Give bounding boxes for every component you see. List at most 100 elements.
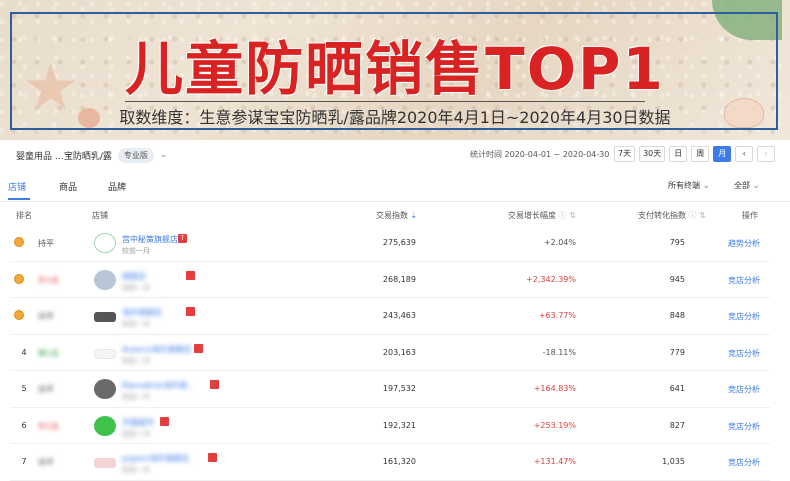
competitor-analysis-link[interactable]: 竞店分析 — [728, 384, 760, 395]
all-filter-label: 全部 — [734, 181, 750, 190]
info-icon: ⓘ — [558, 211, 567, 220]
tab-product[interactable]: 商品 — [59, 180, 77, 193]
sort-icon: ⇅ — [699, 211, 706, 220]
rank-number: 4 — [21, 347, 27, 357]
shop-name-link[interactable]: 天猫超市 — [122, 417, 154, 428]
shop-subtext: 较前一月 — [122, 247, 150, 255]
conversion-index: 1,035 — [662, 457, 685, 466]
competitor-analysis-link[interactable]: 竞店分析 — [728, 311, 760, 322]
header-growth: 交易增长幅度 ⓘ ⇅ — [508, 210, 576, 221]
growth-rate: +2.04% — [543, 238, 576, 247]
header-rank: 排名 — [16, 211, 32, 220]
prev-period-button[interactable]: ‹ — [735, 146, 754, 162]
shop-name-link[interactable]: 旗舰店 — [122, 271, 146, 282]
period-selector: 7天 30天 日 周 月 ‹ › — [614, 146, 776, 162]
shop-logo — [94, 458, 116, 468]
next-period-button[interactable]: › — [757, 146, 776, 162]
rank-trend: 持平 — [38, 385, 54, 394]
tab-brand[interactable]: 品牌 — [108, 180, 126, 193]
trade-index: 275,639 — [382, 238, 416, 247]
tab-shop[interactable]: 店铺 — [8, 180, 26, 193]
rank-number: 5 — [21, 384, 27, 393]
trade-index: 161,320 — [382, 457, 416, 466]
category-selector[interactable]: 婴童用品 …宝防晒乳/露 专业版 ⌄ — [16, 147, 167, 163]
header-shop: 店铺 — [92, 211, 108, 220]
silver-medal-icon — [14, 273, 24, 284]
shop-name-link[interactable]: MamaKids海外旗... — [122, 380, 195, 391]
growth-rate: +2,342.39% — [526, 274, 576, 284]
table-row: 升1名 旗舰店 较前一月 268,189 +2,342.39% 945 竞店分析 — [10, 262, 770, 298]
terminal-filter-label: 所有终端 — [668, 181, 700, 190]
tmall-tag-icon — [160, 416, 169, 426]
shop-logo — [94, 348, 116, 359]
competitor-analysis-link[interactable]: 竞店分析 — [728, 457, 760, 468]
shop-name-link[interactable]: pigeon海外旗舰店 — [122, 453, 189, 464]
tmall-tag-icon — [194, 343, 203, 353]
competitor-analysis-link[interactable]: 竞店分析 — [728, 275, 760, 286]
shop-name-link[interactable]: 宫中秘策旗舰店 — [122, 234, 178, 245]
conversion-index: 779 — [669, 347, 685, 357]
growth-rate: +131.47% — [533, 457, 576, 466]
tmall-tag-icon — [186, 307, 195, 316]
chevron-right-icon: › — [764, 149, 768, 158]
period-7d-button[interactable]: 7天 — [614, 146, 636, 162]
banner-divider — [125, 101, 645, 102]
ranking-table: 持平 宫中秘策旗舰店 T 较前一月 275,639 +2.04% 795 趋势分… — [10, 225, 770, 481]
sort-icon: ⇣ — [410, 211, 418, 220]
banner-subtitle: 取数维度：生意参谋宝宝防晒乳/露品牌2020年4月1日~2020年4月30日数据 — [119, 108, 671, 127]
banner: ★ 儿童防晒销售TOP1 取数维度：生意参谋宝宝防晒乳/露品牌2020年4月1日… — [0, 0, 790, 140]
trade-index: 243,463 — [382, 311, 416, 320]
table-row: 5 持平 MamaKids海外旗... 较前一月 197,532 +164.83… — [10, 371, 770, 408]
rank-trend: 升1名 — [38, 421, 60, 431]
shop-subtext: 较前一月 — [122, 320, 150, 328]
header-action: 操作 — [742, 211, 758, 220]
trade-index: 268,189 — [382, 274, 416, 284]
shop-logo — [94, 415, 116, 436]
shop-subtext: 较前一月 — [122, 429, 150, 438]
table-row: 4 降1名 Aveeno海外旗舰店 较前一月 203,163 -18.11% 7… — [10, 335, 770, 371]
competitor-analysis-link[interactable]: 竞店分析 — [728, 348, 760, 359]
trade-index: 203,163 — [382, 347, 416, 357]
header-conversion: 支付转化指数 ⓘ ⇅ — [638, 210, 706, 221]
period-week-button[interactable]: 周 — [691, 146, 710, 162]
shop-name-link[interactable]: 海外旗舰店 — [122, 307, 162, 318]
header-conversion-label: 支付转化指数 — [638, 211, 686, 220]
table-row: 7 持平 pigeon海外旗舰店 较前一月 161,320 +131.47% 1… — [10, 444, 770, 481]
conversion-index: 848 — [669, 311, 685, 320]
edition-badge: 专业版 — [117, 147, 154, 163]
period-month-button[interactable]: 月 — [713, 146, 732, 162]
toolbar: 婴童用品 …宝防晒乳/露 专业版 ⌄ 统计时间 2020-04-01 ~ 202… — [0, 140, 790, 170]
tmall-tag-icon — [210, 380, 219, 389]
table-header: 排名 店铺 交易指数 ⇣ 交易增长幅度 ⓘ ⇅ 支付转化指数 ⓘ ⇅ 操作 — [10, 206, 770, 224]
chevron-down-icon: ⌄ — [702, 181, 711, 191]
shop-name-link[interactable]: Aveeno海外旗舰店 — [122, 344, 192, 355]
chevron-down-icon: ⌄ — [752, 181, 761, 191]
growth-rate: +164.83% — [533, 384, 576, 393]
period-day-button[interactable]: 日 — [669, 146, 688, 162]
tab-bar: 店铺 商品 品牌 所有终端 ⌄ 全部 ⌄ — [0, 176, 790, 202]
tmall-tag-icon — [208, 453, 217, 462]
breadcrumb: 婴童用品 …宝防晒乳/露 — [16, 151, 112, 162]
active-tab-indicator — [8, 198, 30, 200]
growth-rate: +253.19% — [533, 420, 576, 430]
header-growth-label: 交易增长幅度 — [508, 211, 556, 220]
trade-index: 197,532 — [382, 384, 416, 393]
period-30d-button[interactable]: 30天 — [639, 146, 666, 162]
shop-logo — [94, 312, 116, 322]
rank-trend: 持平 — [38, 312, 54, 321]
table-row: 6 升1名 天猫超市 较前一月 192,321 +253.19% 827 竞店分… — [10, 408, 770, 444]
competitor-analysis-link[interactable]: 竞店分析 — [728, 421, 760, 432]
shop-logo — [94, 233, 116, 253]
shop-subtext: 较前一月 — [122, 356, 150, 365]
conversion-index: 795 — [669, 238, 685, 247]
shop-subtext: 较前一月 — [122, 283, 150, 292]
shop-logo — [94, 269, 116, 290]
table-row: 持平 海外旗舰店 较前一月 243,463 +63.77% 848 竞店分析 — [10, 298, 770, 335]
trend-analysis-link[interactable]: 趋势分析 — [728, 238, 760, 249]
table-row: 持平 宫中秘策旗舰店 T 较前一月 275,639 +2.04% 795 趋势分… — [10, 225, 770, 262]
terminal-filter[interactable]: 所有终端 ⌄ — [668, 180, 710, 191]
rank-trend: 持平 — [38, 458, 54, 467]
all-filter[interactable]: 全部 ⌄ — [734, 180, 760, 191]
growth-rate: +63.77% — [538, 311, 576, 320]
header-trade-index[interactable]: 交易指数 ⇣ — [376, 210, 417, 221]
